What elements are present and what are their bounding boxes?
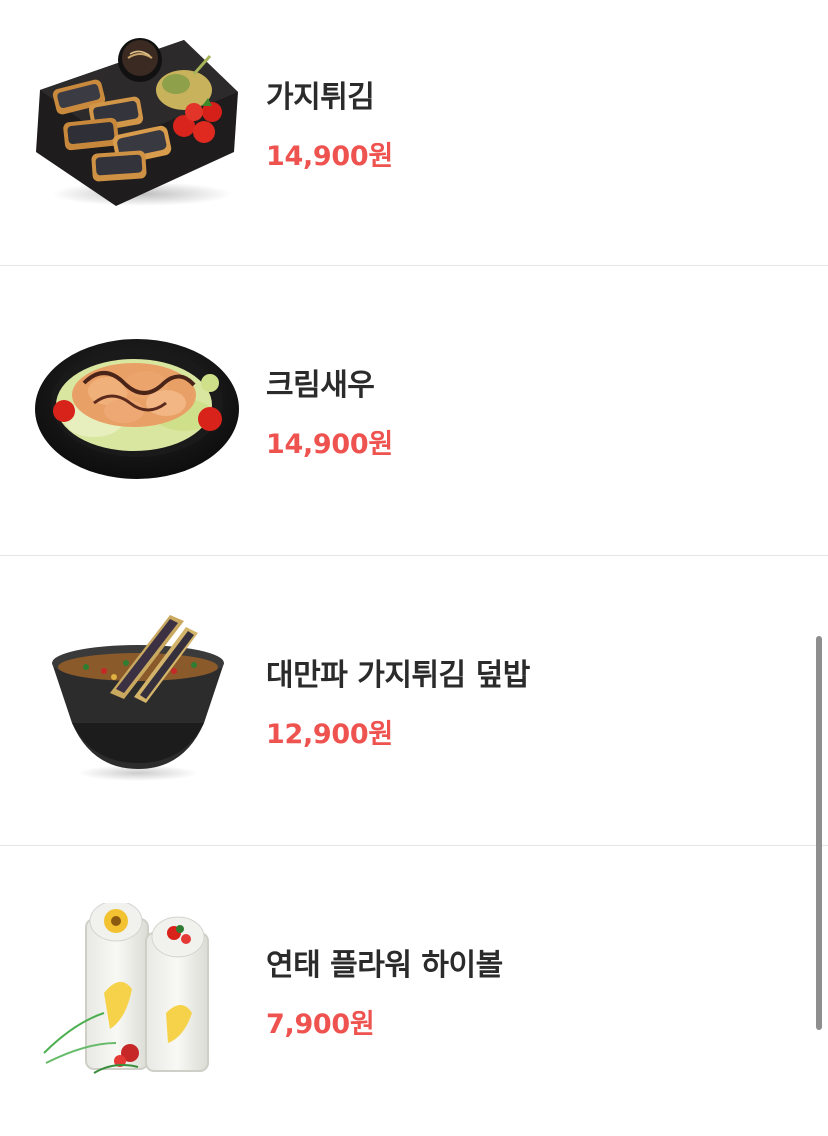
flower-highball-image: [34, 900, 240, 1079]
menu-list: 가지튀김 14,900원 크림새우 14,900원 대만파 가지튀김 덮밥 12…: [0, 0, 828, 1136]
menu-item-name: 크림새우: [266, 368, 375, 403]
menu-item-price: 12,900원: [266, 719, 393, 750]
menu-item-flower-highball[interactable]: 연태 플라워 하이볼 7,900원: [0, 846, 828, 1136]
menu-item-name: 연태 플라워 하이볼: [266, 948, 503, 983]
menu-item-fried-eggplant[interactable]: 가지튀김 14,900원: [0, 0, 828, 266]
fried-eggplant-image: [34, 34, 240, 210]
menu-item-name: 대만파 가지튀김 덮밥: [266, 658, 530, 693]
cream-shrimp-image: [34, 323, 240, 499]
menu-item-price: 14,900원: [266, 141, 393, 172]
menu-item-price: 14,900원: [266, 429, 393, 460]
eggplant-rice-bowl-image: [34, 613, 240, 789]
menu-item-price: 7,900원: [266, 1009, 375, 1040]
menu-item-name: 가지튀김: [266, 80, 375, 115]
menu-item-cream-shrimp[interactable]: 크림새우 14,900원: [0, 266, 828, 556]
menu-item-eggplant-rice-bowl[interactable]: 대만파 가지튀김 덮밥 12,900원: [0, 556, 828, 846]
vertical-scrollbar[interactable]: [816, 636, 822, 1030]
